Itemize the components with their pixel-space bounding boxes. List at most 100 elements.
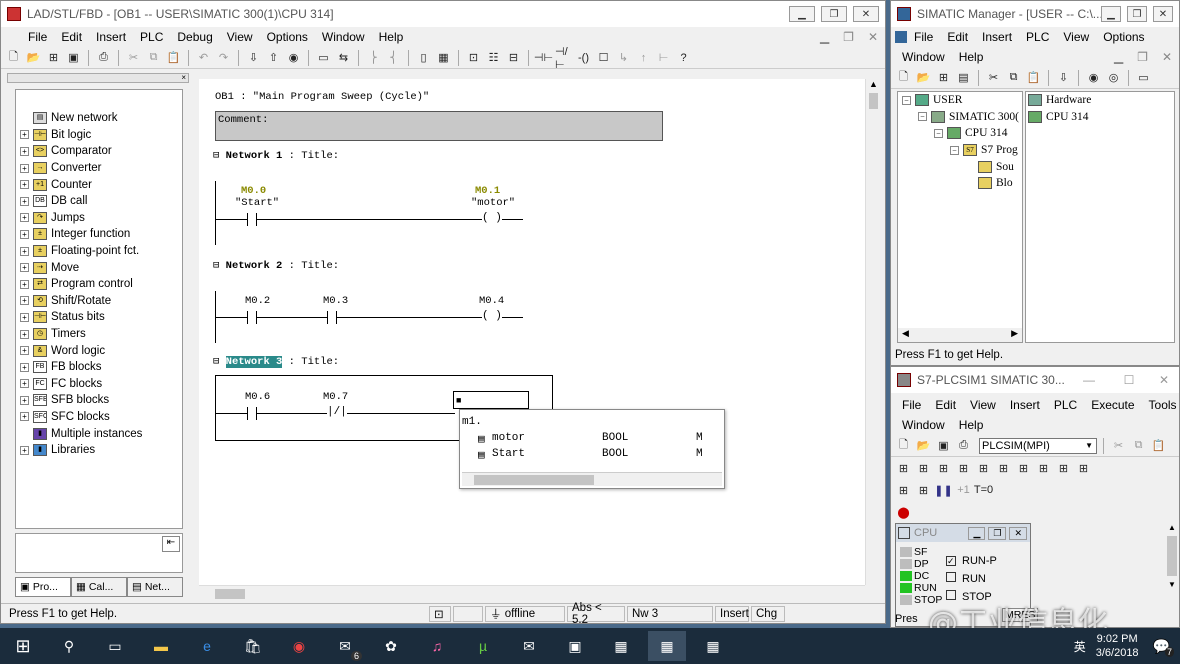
- close-button[interactable]: ✕: [1153, 6, 1173, 22]
- tree-node-s7-program[interactable]: − S7 S7 Prog: [898, 142, 1022, 159]
- save-icon[interactable]: ▣: [935, 438, 952, 454]
- lang-indicator[interactable]: 英: [1074, 638, 1086, 655]
- simatic-task-icon[interactable]: ▦: [602, 631, 640, 661]
- box-icon[interactable]: ☐: [595, 50, 612, 66]
- insert-timer-icon[interactable]: ⊞: [955, 460, 972, 476]
- branch-down-icon[interactable]: ↳: [615, 50, 632, 66]
- pin-icon[interactable]: ⇤: [162, 536, 180, 552]
- jump-icon[interactable]: ⊢: [655, 50, 672, 66]
- paste-icon[interactable]: 📋: [1150, 438, 1167, 454]
- menu-window[interactable]: Window: [895, 418, 952, 432]
- doc-restore-icon[interactable]: ❐: [1130, 50, 1155, 64]
- tree-view-icon[interactable]: ☷: [485, 50, 502, 66]
- tree-item-sfb-blocks[interactable]: + SFB SFB blocks: [20, 392, 182, 409]
- hscroll-thumb[interactable]: [215, 589, 245, 599]
- mode-run-p-checkbox[interactable]: ✓: [946, 556, 956, 566]
- cut-icon[interactable]: ✂: [1110, 438, 1127, 454]
- n2-contact1[interactable]: [247, 311, 257, 324]
- lad-view-icon[interactable]: ▯: [415, 50, 432, 66]
- menu-file[interactable]: File: [21, 30, 54, 44]
- doc-restore-icon[interactable]: ❐: [836, 30, 861, 44]
- menu-view[interactable]: View: [963, 398, 1003, 412]
- menu-options[interactable]: Options: [260, 30, 315, 44]
- insert-accumulators-icon[interactable]: ⊞: [1035, 460, 1052, 476]
- menu-help[interactable]: Help: [952, 50, 991, 64]
- search-icon[interactable]: ⚲: [50, 631, 88, 661]
- tree-item-program-control[interactable]: + ⇄ Program control: [20, 276, 182, 293]
- tree-node-blocks[interactable]: Blo: [898, 175, 1022, 192]
- insert-bit-memory-icon[interactable]: ⊞: [935, 460, 952, 476]
- tree-item-multiple-instances[interactable]: ▮ Multiple instances: [20, 425, 182, 442]
- n2-coil[interactable]: ( ): [482, 310, 502, 322]
- n3-operand-input[interactable]: ■: [453, 391, 529, 409]
- branch-open-icon[interactable]: ⎬: [365, 50, 382, 66]
- scroll-thumb[interactable]: [474, 475, 594, 485]
- catalog-pane-handle[interactable]: ×: [7, 73, 189, 83]
- download-icon[interactable]: ⇩: [245, 50, 262, 66]
- plcsim-task-icon[interactable]: ▦: [694, 631, 732, 661]
- insert-input-icon[interactable]: ⊞: [895, 460, 912, 476]
- torrent-icon[interactable]: µ: [464, 631, 502, 661]
- menu-execute[interactable]: Execute: [1084, 398, 1141, 412]
- continuous-scan-icon[interactable]: ⊞: [915, 482, 932, 498]
- insert-stack-icon[interactable]: ⊞: [1075, 460, 1092, 476]
- menu-view[interactable]: View: [220, 30, 260, 44]
- maximize-button[interactable]: ❐: [821, 6, 847, 22]
- copy-icon[interactable]: ⧉: [1130, 438, 1147, 454]
- menu-file[interactable]: File: [895, 398, 928, 412]
- tab-call-structure[interactable]: ▦ Cal...: [71, 577, 127, 597]
- copy-icon[interactable]: ⧉: [1005, 70, 1022, 86]
- autocomplete-input[interactable]: m1.: [462, 416, 482, 428]
- maximize-button[interactable]: ❐: [988, 526, 1007, 540]
- menu-debug[interactable]: Debug: [170, 30, 219, 44]
- tree-node-sources[interactable]: Sou: [898, 158, 1022, 175]
- tree-item-timers[interactable]: + ◷ Timers: [20, 326, 182, 343]
- doc-close-icon[interactable]: ✕: [1155, 50, 1179, 64]
- editor-vscrollbar[interactable]: ▲: [865, 79, 881, 585]
- tree-item-comparator[interactable]: + <> Comparator: [20, 143, 182, 160]
- open-icon[interactable]: 📂: [915, 438, 932, 454]
- tree-item-counter[interactable]: + +1 Counter: [20, 176, 182, 193]
- doc-minimize-icon[interactable]: ▁: [1107, 50, 1130, 64]
- tree-hscrollbar[interactable]: ◀ ▶: [898, 328, 1022, 342]
- tree-node-station[interactable]: − SIMATIC 300(: [898, 109, 1022, 126]
- doc-close-icon[interactable]: ✕: [861, 30, 885, 44]
- accessible-nodes-icon[interactable]: ⊞: [935, 70, 952, 86]
- autocomplete-scrollbar[interactable]: [462, 472, 722, 486]
- maximize-button[interactable]: ❐: [1127, 6, 1147, 22]
- tree-item-floating-point[interactable]: + ± Floating-point fct.: [20, 243, 182, 260]
- monitor-icon[interactable]: ◉: [285, 50, 302, 66]
- reset-timers-icon[interactable]: T=0: [974, 482, 993, 498]
- browser-icon[interactable]: ✿: [372, 631, 410, 661]
- close-button[interactable]: ✕: [1009, 526, 1027, 540]
- tab-networks[interactable]: ▤ Net...: [127, 577, 183, 597]
- editor-hscrollbar[interactable]: [199, 585, 865, 601]
- menu-plc[interactable]: PLC: [1047, 398, 1084, 412]
- n1-contact[interactable]: [247, 213, 257, 226]
- fbd-view-icon[interactable]: ▦: [435, 50, 452, 66]
- catalog-icon[interactable]: ⊟: [505, 50, 522, 66]
- vscroll-thumb[interactable]: [869, 93, 878, 109]
- ladder-editor[interactable]: OB1 : "Main Program Sweep (Cycle)" Comme…: [199, 79, 865, 585]
- tree-item-libraries[interactable]: + ▮ Libraries: [20, 442, 182, 459]
- menu-help[interactable]: Help: [952, 418, 991, 432]
- menu-window[interactable]: Window: [895, 50, 952, 64]
- redo-icon[interactable]: ↷: [215, 50, 232, 66]
- open-icon[interactable]: 📂: [25, 50, 42, 66]
- edge-icon[interactable]: e: [188, 631, 226, 661]
- insert-output-icon[interactable]: ⊞: [915, 460, 932, 476]
- clock[interactable]: 9:02 PM 3/6/2018: [1096, 632, 1139, 660]
- n1-coil[interactable]: ( ): [482, 212, 502, 224]
- menu-edit[interactable]: Edit: [928, 398, 963, 412]
- collapse-icon[interactable]: ⊟: [213, 150, 219, 162]
- mail-client-icon[interactable]: ✉: [510, 631, 548, 661]
- download-icon[interactable]: ⇩: [1055, 70, 1072, 86]
- n3-contact1[interactable]: [247, 407, 257, 420]
- branch-close-icon[interactable]: ⎨: [385, 50, 402, 66]
- n2-contact2[interactable]: [327, 311, 337, 324]
- tree-item-new-network[interactable]: ▤ New network: [20, 110, 182, 127]
- mode-run-checkbox[interactable]: [946, 572, 956, 582]
- file-explorer-icon[interactable]: ▬: [142, 631, 180, 661]
- minimize-button[interactable]: —: [1069, 373, 1109, 387]
- upload-icon[interactable]: ⇧: [265, 50, 282, 66]
